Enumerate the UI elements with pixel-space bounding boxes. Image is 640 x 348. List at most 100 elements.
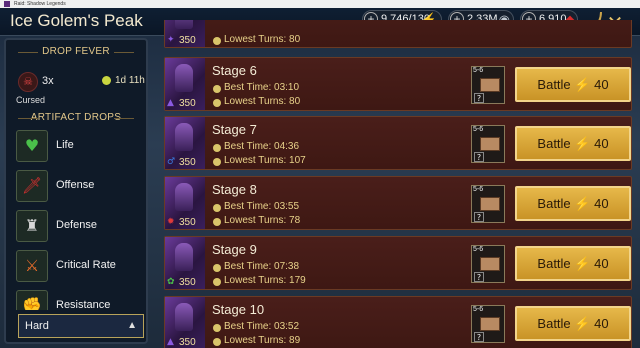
battle-label: Battle bbox=[537, 256, 571, 271]
artifact-row-resistance[interactable]: ✊ Resistance bbox=[16, 290, 142, 310]
question-icon: ? bbox=[474, 332, 484, 342]
lowest-turns: Lowest Turns: 80 bbox=[224, 96, 301, 107]
tower-icon: ♜ bbox=[16, 210, 48, 242]
energy-bolt-icon: ⚡ bbox=[574, 77, 591, 92]
stage-card-10: ▲ 350 Stage 10 Best Time: 03:52 Lowest T… bbox=[164, 296, 632, 348]
stage-name: Stage 10 bbox=[212, 302, 265, 317]
clock-icon bbox=[213, 85, 221, 93]
battle-energy-cost: 40 bbox=[594, 77, 609, 92]
reward-box[interactable]: 5-6 ? bbox=[471, 66, 505, 104]
reward-box[interactable]: 5-6 ? bbox=[471, 185, 505, 223]
sword-icon: 🗡 bbox=[16, 170, 48, 202]
fever-timer: 1d 11h bbox=[115, 75, 145, 86]
clock-icon bbox=[213, 144, 221, 152]
crossed-swords-icon: ⚔ bbox=[16, 250, 48, 282]
window-title: Raid: Shadow Legends bbox=[14, 1, 66, 7]
boss-power: 350 bbox=[179, 337, 196, 348]
reward-box[interactable]: 5-6 ? bbox=[471, 125, 505, 163]
reward-tier: 5-6 bbox=[473, 126, 484, 133]
artifact-drops-title: ARTIFACT DROPS bbox=[6, 112, 146, 123]
battle-button[interactable]: Battle ⚡ 40 bbox=[515, 246, 631, 281]
heart-icon: ♥ bbox=[16, 130, 48, 162]
lowest-turns: Lowest Turns: 107 bbox=[224, 155, 306, 166]
battle-button[interactable]: Battle ⚡ 40 bbox=[515, 126, 631, 161]
battle-button[interactable]: Battle ⚡ 40 bbox=[515, 67, 631, 102]
boss-power: 350 bbox=[179, 98, 196, 109]
void-affinity-icon: ▲ bbox=[167, 98, 174, 108]
reward-tier: 5-6 bbox=[473, 246, 484, 253]
chest-icon bbox=[480, 317, 500, 331]
magic-affinity-icon: ♂ bbox=[167, 157, 176, 167]
timer-icon bbox=[102, 76, 111, 85]
stage-list[interactable]: ✦ 350 Lowest Turns: 80 ▲ 350 Stage 6 Bes… bbox=[164, 20, 640, 348]
stage-name: Stage 7 bbox=[212, 122, 257, 137]
battle-label: Battle bbox=[537, 136, 571, 151]
question-icon: ? bbox=[474, 152, 484, 162]
fever-count: 3x bbox=[42, 75, 54, 87]
spirit-affinity-icon: ✿ bbox=[167, 277, 175, 287]
turns-icon bbox=[213, 218, 221, 226]
stage-card-6: ▲ 350 Stage 6 Best Time: 03:10 Lowest Tu… bbox=[164, 57, 632, 111]
chest-icon bbox=[480, 197, 500, 211]
fist-icon: ✊ bbox=[16, 290, 48, 310]
chest-icon bbox=[480, 257, 500, 271]
best-time: Best Time: 07:38 bbox=[224, 261, 300, 272]
battle-energy-cost: 40 bbox=[594, 196, 609, 211]
force-affinity-icon: ✹ bbox=[167, 217, 175, 227]
turns-icon bbox=[213, 99, 221, 107]
difficulty-value: Hard bbox=[25, 320, 49, 332]
boss-power: 350 bbox=[179, 217, 196, 228]
page-title: Ice Golem's Peak bbox=[10, 11, 143, 30]
question-icon: ? bbox=[474, 272, 484, 282]
energy-bolt-icon: ⚡ bbox=[574, 136, 591, 151]
chest-icon bbox=[480, 78, 500, 92]
artifact-label: Defense bbox=[56, 219, 97, 231]
artifact-label: Offense bbox=[56, 179, 95, 191]
battle-button[interactable]: Battle ⚡ 40 bbox=[515, 306, 631, 341]
void-affinity-icon: ▲ bbox=[167, 337, 174, 347]
artifact-row-defense[interactable]: ♜ Defense bbox=[16, 210, 142, 244]
best-time: Best Time: 03:55 bbox=[224, 201, 300, 212]
lowest-turns: Lowest Turns: 80 bbox=[224, 34, 301, 45]
battle-label: Battle bbox=[537, 196, 571, 211]
energy-bolt-icon: ⚡ bbox=[574, 316, 591, 331]
cursed-skull-icon[interactable]: ☠ bbox=[18, 72, 38, 92]
void-affinity-icon: ✦ bbox=[167, 35, 175, 45]
turns-icon bbox=[213, 278, 221, 286]
turns-icon bbox=[213, 158, 221, 166]
stage-name: Stage 9 bbox=[212, 242, 257, 257]
app-icon bbox=[4, 1, 10, 7]
best-time: Best Time: 03:10 bbox=[224, 82, 300, 93]
reward-tier: 5-6 bbox=[473, 306, 484, 313]
stage-name: Stage 6 bbox=[212, 63, 257, 78]
energy-bolt-icon: ⚡ bbox=[574, 196, 591, 211]
artifact-label: Life bbox=[56, 139, 74, 151]
chest-icon bbox=[480, 137, 500, 151]
clock-icon bbox=[213, 324, 221, 332]
artifact-row-offense[interactable]: 🗡 Offense bbox=[16, 170, 142, 204]
stage-card-8: ✹ 350 Stage 8 Best Time: 03:55 Lowest Tu… bbox=[164, 176, 632, 230]
artifact-row-life[interactable]: ♥ Life bbox=[16, 130, 142, 164]
best-time: Best Time: 03:52 bbox=[224, 321, 300, 332]
energy-bolt-icon: ⚡ bbox=[574, 256, 591, 271]
turns-icon bbox=[213, 37, 221, 45]
lowest-turns: Lowest Turns: 179 bbox=[224, 275, 306, 286]
reward-box[interactable]: 5-6 ? bbox=[471, 305, 505, 343]
difficulty-select[interactable]: Hard ▲ bbox=[18, 314, 144, 338]
artifact-row-critical-rate[interactable]: ⚔ Critical Rate bbox=[16, 250, 142, 284]
reward-tier: 5-6 bbox=[473, 186, 484, 193]
boss-power: 350 bbox=[179, 157, 196, 168]
battle-energy-cost: 40 bbox=[594, 136, 609, 151]
battle-label: Battle bbox=[537, 77, 571, 92]
battle-button[interactable]: Battle ⚡ 40 bbox=[515, 186, 631, 221]
clock-icon bbox=[213, 204, 221, 212]
best-time: Best Time: 04:36 bbox=[224, 141, 300, 152]
turns-icon bbox=[213, 338, 221, 346]
artifact-label: Critical Rate bbox=[56, 259, 116, 271]
battle-energy-cost: 40 bbox=[594, 316, 609, 331]
question-icon: ? bbox=[474, 212, 484, 222]
battle-energy-cost: 40 bbox=[594, 256, 609, 271]
window-titlebar: Raid: Shadow Legends bbox=[0, 0, 640, 8]
chevron-up-icon: ▲ bbox=[127, 320, 137, 331]
reward-box[interactable]: 5-6 ? bbox=[471, 245, 505, 283]
